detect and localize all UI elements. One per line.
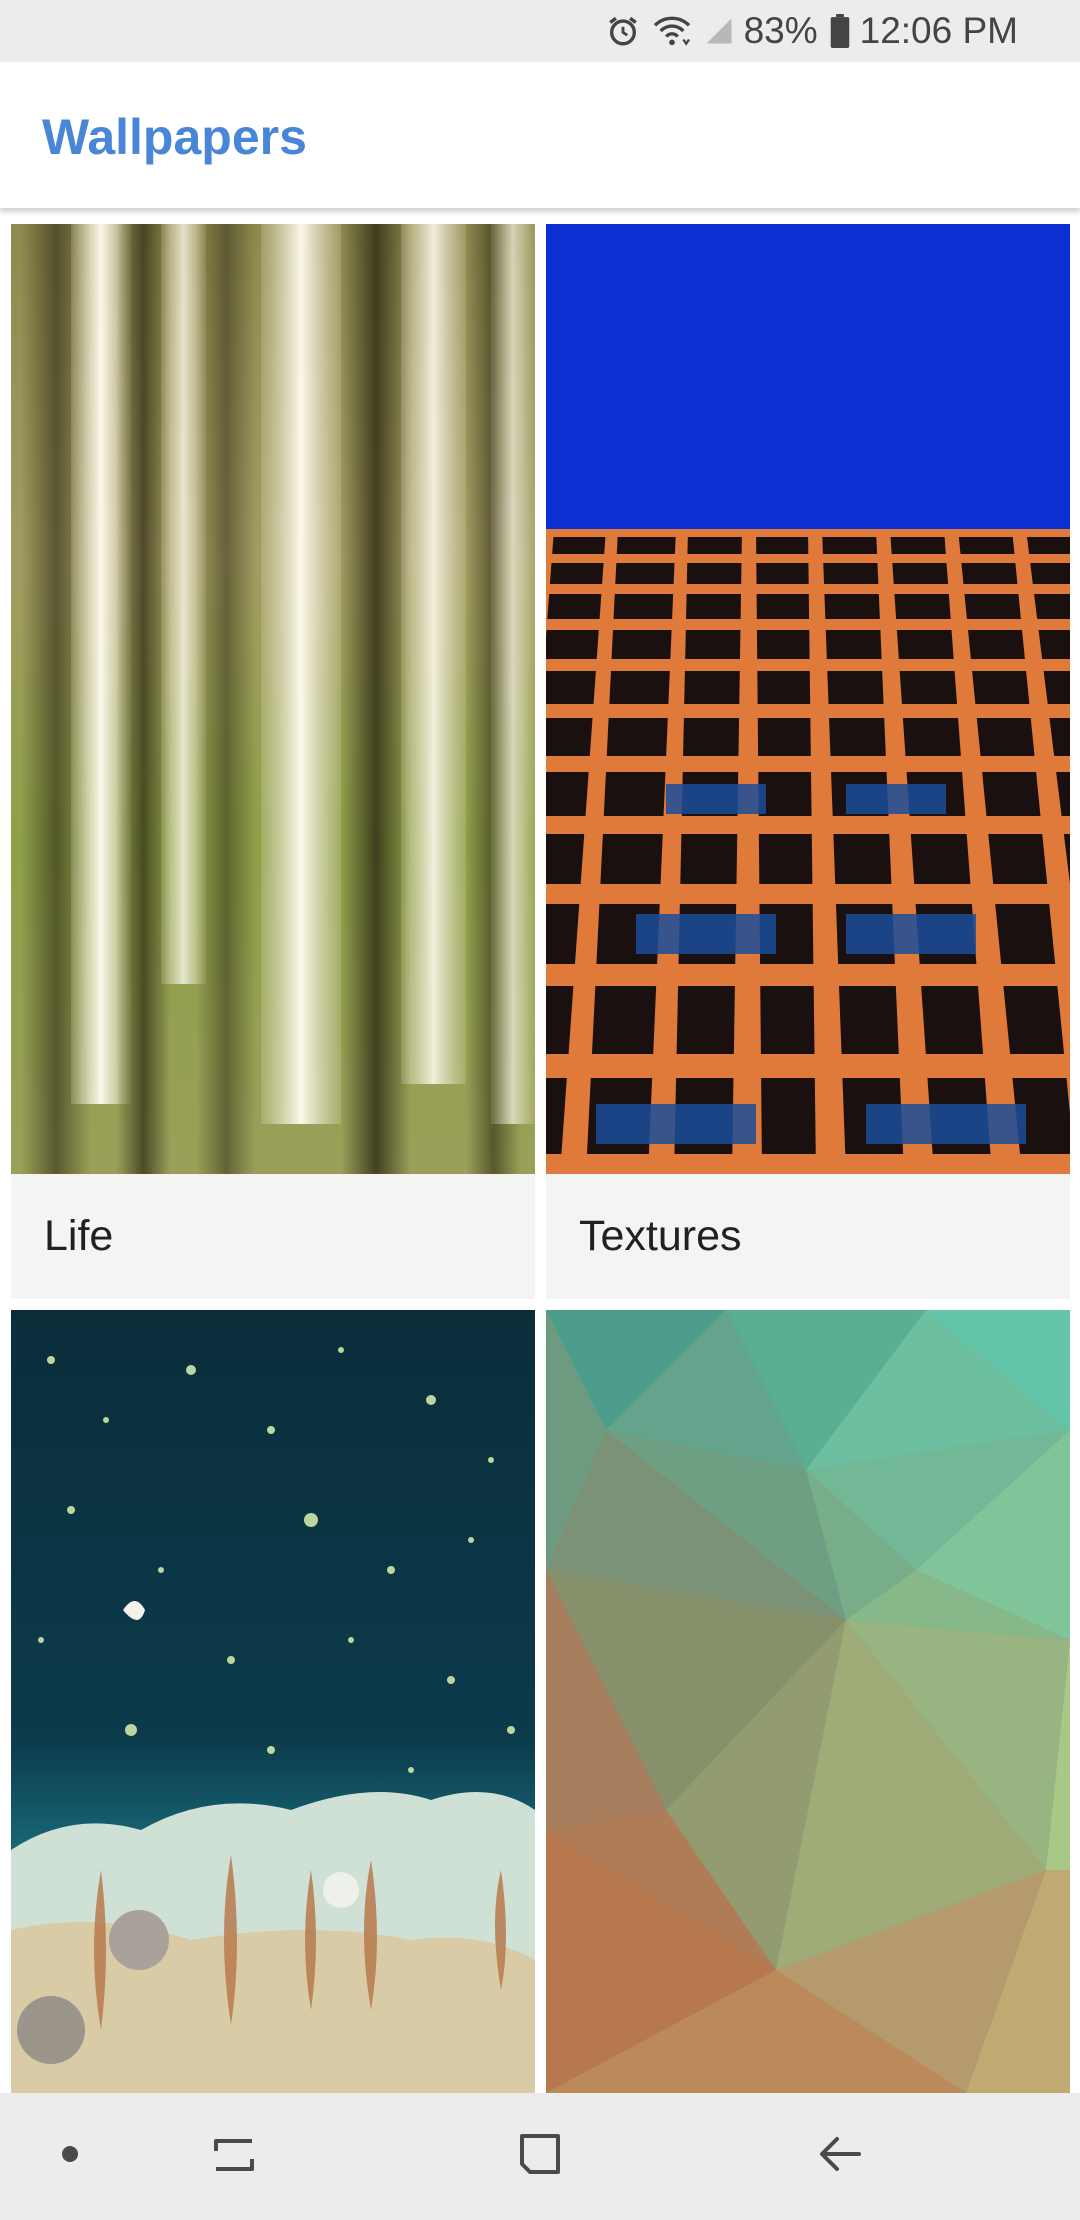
life-thumbnail (11, 224, 535, 1174)
category-label: Life (11, 1174, 535, 1299)
category-tile-aerial[interactable] (11, 1310, 535, 2093)
navigation-bar (0, 2093, 1080, 2220)
wallpaper-category-grid: Life Textures (0, 208, 1080, 2093)
category-tile-life[interactable]: Life (11, 224, 535, 1299)
recents-button[interactable] (180, 2093, 290, 2220)
category-tile-polygon[interactable] (546, 1310, 1070, 2093)
wifi-icon (652, 14, 692, 48)
page-title: Wallpapers (42, 109, 307, 165)
battery-icon (830, 14, 850, 48)
home-button[interactable] (485, 2093, 595, 2220)
recents-icon (210, 2129, 260, 2184)
dot-icon (60, 2144, 80, 2169)
dot-button[interactable] (20, 2093, 120, 2220)
textures-thumbnail (546, 224, 1070, 1174)
clock: 12:06 PM (859, 10, 1018, 51)
back-arrow-icon (815, 2129, 865, 2184)
category-tile-textures[interactable]: Textures (546, 224, 1070, 1299)
home-icon (516, 2130, 564, 2183)
status-bar: 83% 12:06 PM (0, 0, 1080, 62)
signal-icon (704, 16, 734, 46)
category-label: Textures (546, 1174, 1070, 1299)
battery-percentage: 83% (743, 10, 818, 51)
polygon-thumbnail (546, 1310, 1070, 2093)
aerial-thumbnail (11, 1310, 535, 2093)
alarm-icon (606, 14, 640, 48)
back-button[interactable] (785, 2093, 895, 2220)
app-bar: Wallpapers (0, 62, 1080, 208)
